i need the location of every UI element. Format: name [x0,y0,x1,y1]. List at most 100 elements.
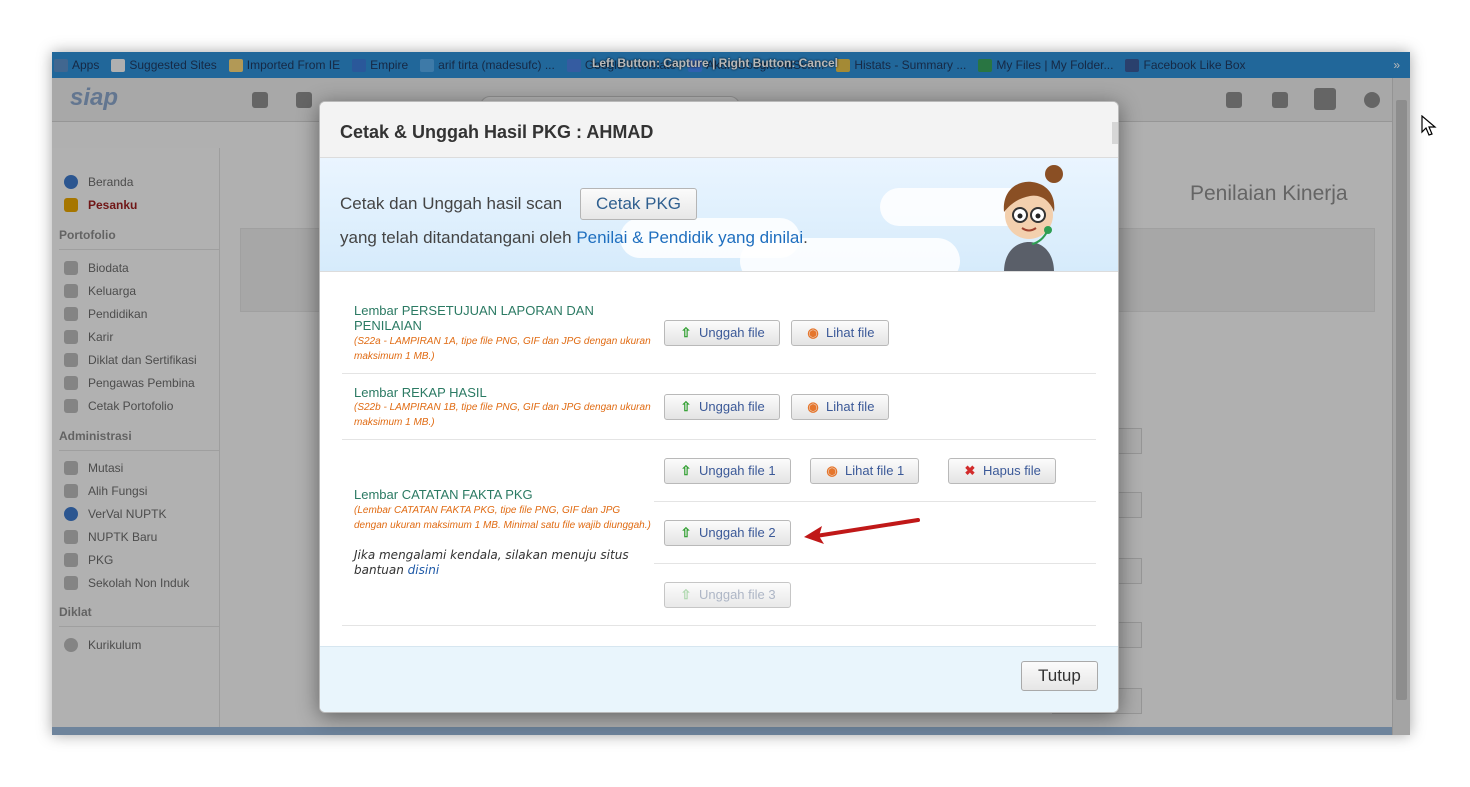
banner-subtext-prefix: yang telah ditandatangani oleh [340,228,577,247]
delete-file-button[interactable]: ✖ Hapus file [948,458,1056,484]
bookmark-item[interactable]: arif tirta (madesufc) ... [420,58,555,72]
sidebar-item-pendidikan[interactable]: Pendidikan [64,304,147,324]
bookmark-favicon-icon [566,58,581,72]
page-icon [64,307,78,321]
mouse-cursor-icon [1421,115,1437,136]
button-label: Unggah file 3 [699,587,776,602]
page-icon [64,261,78,275]
power-icon[interactable] [1364,92,1380,108]
sidebar-item-label: Kurikulum [88,638,142,652]
scrollbar-thumb[interactable] [1396,100,1407,700]
upload-file-1-button[interactable]: ⇧ Unggah file 1 [664,458,791,484]
sidebar-item-karir[interactable]: Karir [64,327,113,347]
bookmark-favicon-icon [420,58,435,72]
chart-icon [64,553,78,567]
view-file-button[interactable]: ◉ Lihat file [791,320,890,346]
bookmark-item[interactable]: Facebook Like Box [1125,58,1246,72]
bookmark-favicon-icon [1125,58,1140,72]
sidebar-item-keluarga[interactable]: Keluarga [64,281,136,301]
bookmark-label: Facebook Like Box [1143,58,1246,72]
bookmark-item[interactable]: Apps [54,58,99,72]
sidebar-item-kurikulum[interactable]: Kurikulum [64,635,141,655]
button-label: Unggah file [699,325,765,340]
upload-file-button[interactable]: ⇧ Unggah file [664,394,780,420]
print-pkg-button[interactable]: Cetak PKG [580,188,698,220]
school-icon [64,576,78,590]
page-icon [64,353,78,367]
file-row-label: Lembar PERSETUJUAN LAPORAN DAN PENILAIAN [354,303,594,333]
dialog-header: Cetak & Unggah Hasil PKG : AHMAD [320,102,1118,158]
list-icon[interactable] [1272,92,1288,108]
button-label: Unggah file 1 [699,463,776,478]
mail-icon[interactable] [1226,92,1242,108]
help-text-body: Jika mengalami kendala, silakan menuju s… [354,548,629,577]
page-scrollbar[interactable] [1392,78,1410,735]
bookmark-item[interactable]: Histats - Summary ... [836,58,966,72]
page-icon [64,330,78,344]
view-file-button[interactable]: ◉ Lihat file [791,394,890,420]
button-label: Lihat file 1 [845,463,905,478]
sidebar-item-label: Alih Fungsi [88,484,148,498]
bookmarks-overflow-button[interactable]: » [1393,58,1400,72]
sidebar-item-biodata[interactable]: Biodata [64,258,129,278]
upload-file-button[interactable]: ⇧ Unggah file [664,320,780,346]
sidebar-item-mutasi[interactable]: Mutasi [64,458,123,478]
annotation-arrow-icon [804,518,920,544]
bookmark-item[interactable]: Empire [352,58,408,72]
eye-icon: ◉ [826,463,838,478]
dialog-scrollbar[interactable] [1112,122,1118,144]
info-icon [64,175,78,189]
sidebar-item-label: Diklat dan Sertifikasi [88,353,197,367]
sidebar-item-pesanku[interactable]: Pesanku [64,195,137,215]
sidebar-item-label: Pengawas Pembina [88,376,195,390]
file-subrow-3: ⇧ Unggah file 3 [654,564,1096,626]
user-avatar-icon[interactable] [1314,88,1336,110]
banner-highlight: Penilai & Pendidik yang dinilai [576,228,804,247]
file-row-label: Lembar REKAP HASIL [354,385,487,400]
sidebar-item-nuptk-baru[interactable]: NUPTK Baru [64,527,157,547]
upload-arrow-icon: ⇧ [680,587,692,602]
help-link[interactable]: disini [408,563,439,577]
document-icon [64,530,78,544]
button-label: Unggah file 2 [699,525,776,540]
button-label: Lihat file [826,325,875,340]
sidebar-section-portofolio: Portofolio [59,228,116,242]
bookmark-favicon-icon [54,58,68,72]
sidebar-item-beranda[interactable]: Beranda [64,172,133,192]
file-subrow-1: ⇧ Unggah file 1 ◉ Lihat file 1 ✖ Hapus file [654,440,1096,502]
sidebar-item-label: Pendidikan [88,307,148,321]
upload-file-2-button[interactable]: ⇧ Unggah file 2 [664,520,791,546]
bookmark-item[interactable]: Suggested Sites [111,58,217,72]
sidebar-item-verval-nuptk[interactable]: VerVal NUPTK [64,504,166,524]
sidebar-item-pkg[interactable]: PKG [64,550,113,570]
sidebar-item-cetak-portofolio[interactable]: Cetak Portofolio [64,396,173,416]
sidebar-item-label: Beranda [88,175,134,189]
upload-file-3-button[interactable]: ⇧ Unggah file 3 [664,582,791,608]
sidebar-item-diklat-sertifikasi[interactable]: Diklat dan Sertifikasi [64,350,197,370]
rss-icon[interactable] [296,92,312,108]
sidebar-item-alih-fungsi[interactable]: Alih Fungsi [64,481,147,501]
bookmark-item[interactable]: Imported From IE [228,58,341,72]
bookmark-label: Histats - Summary ... [854,58,967,72]
app-logo[interactable]: siap [70,84,118,112]
bookmark-label: Suggested Sites [129,58,217,72]
person-icon [64,484,78,498]
sidebar-item-label: VerVal NUPTK [88,507,167,521]
bookmark-item[interactable]: My Files | My Folder... [978,58,1113,72]
file-row-hint: (S22b - LAMPIRAN 1B, tipe file PNG, GIF … [354,402,651,428]
divider [59,249,219,250]
close-button[interactable]: Tutup [1021,661,1098,691]
bookmark-label: Imported From IE [246,58,341,72]
sidebar-section-diklat: Diklat [59,605,92,619]
transfer-icon [64,461,78,475]
banner-text: Cetak dan Unggah hasil scan [340,194,563,213]
sidebar-item-sekolah-non-induk[interactable]: Sekolah Non Induk [64,573,189,593]
cube-icon[interactable] [252,92,268,108]
view-file-1-button[interactable]: ◉ Lihat file 1 [810,458,920,484]
taskbar [52,727,1392,735]
sidebar-item-pengawas-pembina[interactable]: Pengawas Pembina [64,373,195,393]
divider [59,450,219,451]
bookmark-label: My Files | My Folder... [996,58,1114,72]
sidebar-item-label: Karir [88,330,114,344]
upload-dialog: Cetak & Unggah Hasil PKG : AHMAD Cetak d… [319,101,1119,713]
